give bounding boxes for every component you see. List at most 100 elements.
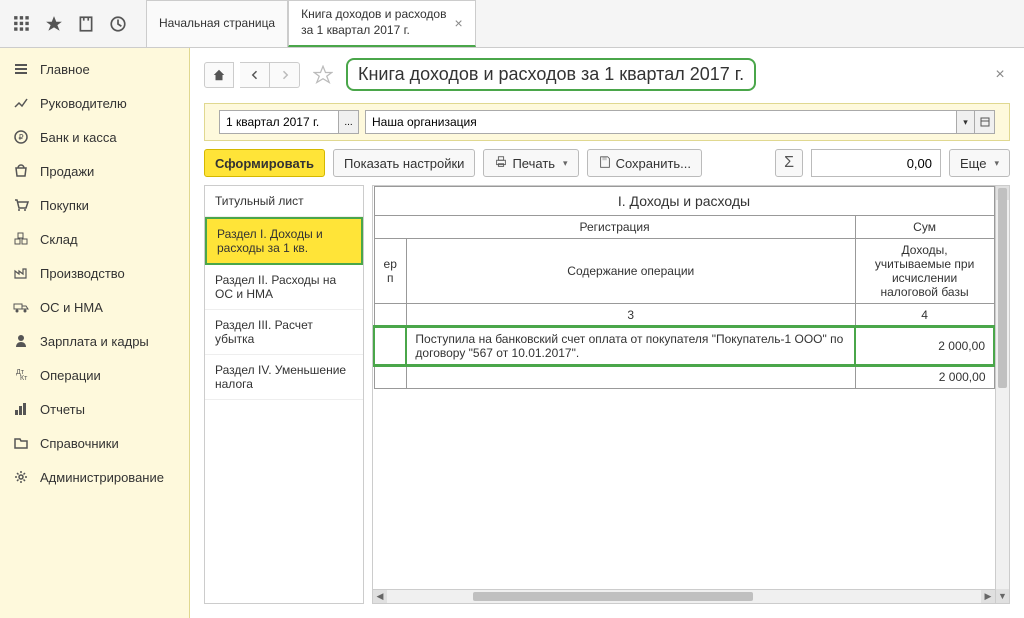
- forward-button[interactable]: [270, 62, 300, 88]
- sidebar: Главное Руководителю ₽Банк и касса Прода…: [0, 48, 190, 618]
- boxes-icon: [10, 230, 32, 248]
- tab-report[interactable]: Книга доходов и расходов за 1 квартал 20…: [288, 0, 476, 47]
- section-loss[interactable]: Раздел III. Расчет убытка: [205, 310, 363, 355]
- filter-row: ... ▾: [204, 103, 1010, 141]
- scrollbar-vertical[interactable]: ▲ ▼: [995, 186, 1009, 603]
- save-button[interactable]: Сохранить...: [587, 149, 702, 177]
- sidebar-item-label: Главное: [40, 62, 90, 77]
- cell-empty: [374, 365, 406, 389]
- bag-icon: [10, 162, 32, 180]
- menu-icon: [10, 60, 32, 78]
- sidebar-item-admin[interactable]: Администрирование: [0, 460, 189, 494]
- chart-line-icon: [10, 94, 32, 112]
- table-header: I. Доходы и расходы: [374, 187, 994, 216]
- period-input[interactable]: [219, 110, 339, 134]
- folder-icon: [10, 434, 32, 452]
- sidebar-item-bank[interactable]: ₽Банк и касса: [0, 120, 189, 154]
- sidebar-item-label: Склад: [40, 232, 78, 247]
- nav-buttons: [240, 62, 300, 88]
- top-toolbar: Начальная страница Книга доходов и расхо…: [0, 0, 1024, 48]
- close-icon[interactable]: ×: [990, 65, 1010, 85]
- sidebar-item-salary[interactable]: Зарплата и кадры: [0, 324, 189, 358]
- operation-text: Поступила на банковский счет оплата от п…: [406, 327, 855, 365]
- sidebar-item-sales[interactable]: Продажи: [0, 154, 189, 188]
- col-sum: Сум: [855, 216, 994, 239]
- section-income-expense[interactable]: Раздел I. Доходы и расходы за 1 кв.: [205, 217, 363, 265]
- chevron-down-icon: ▾: [994, 158, 999, 169]
- table-row: 2 000,00: [374, 365, 994, 389]
- operations-icon: ДтКт: [10, 366, 32, 384]
- truck-icon: [10, 298, 32, 316]
- org-open-button[interactable]: [975, 110, 995, 134]
- sum-button[interactable]: Σ: [775, 149, 803, 177]
- sidebar-item-warehouse[interactable]: Склад: [0, 222, 189, 256]
- amount-cell: 2 000,00: [855, 327, 994, 365]
- title-bar: Книга доходов и расходов за 1 квартал 20…: [190, 48, 1024, 99]
- more-button[interactable]: Еще▾: [949, 149, 1010, 177]
- sidebar-item-label: Банк и касса: [40, 130, 117, 145]
- col-registration: Регистрация: [374, 216, 855, 239]
- person-icon: [10, 332, 32, 350]
- scroll-left-icon[interactable]: ◀: [373, 590, 387, 603]
- sidebar-item-production[interactable]: Производство: [0, 256, 189, 290]
- sidebar-item-assets[interactable]: ОС и НМА: [0, 290, 189, 324]
- report-area: Титульный лист Раздел I. Доходы и расход…: [190, 185, 1024, 618]
- action-toolbar: Сформировать Показать настройки Печать▾ …: [190, 141, 1024, 185]
- section-title-page[interactable]: Титульный лист: [205, 186, 363, 217]
- total-cell: 2 000,00: [855, 365, 994, 389]
- favorite-icon[interactable]: [310, 62, 336, 88]
- scroll-right-icon[interactable]: ▶: [981, 590, 995, 603]
- org-input[interactable]: [365, 110, 957, 134]
- table-row[interactable]: Поступила на банковский счет оплата от п…: [374, 327, 994, 365]
- tab-home[interactable]: Начальная страница: [146, 0, 288, 47]
- sidebar-item-purchases[interactable]: Покупки: [0, 188, 189, 222]
- org-selector: ▾: [365, 110, 995, 134]
- page-title: Книга доходов и расходов за 1 квартал 20…: [346, 58, 756, 91]
- main-layout: Главное Руководителю ₽Банк и касса Прода…: [0, 48, 1024, 618]
- col-np: ер п: [374, 239, 406, 304]
- sidebar-item-catalogs[interactable]: Справочники: [0, 426, 189, 460]
- report-table-wrap: I. Доходы и расходы Регистрация Сум ер п…: [372, 185, 1010, 604]
- print-button[interactable]: Печать▾: [483, 149, 578, 177]
- report-table: I. Доходы и расходы Регистрация Сум ер п…: [373, 186, 995, 389]
- sidebar-item-manager[interactable]: Руководителю: [0, 86, 189, 120]
- section-tax-reduction[interactable]: Раздел IV. Уменьшение налога: [205, 355, 363, 400]
- sidebar-item-label: Отчеты: [40, 402, 85, 417]
- form-button[interactable]: Сформировать: [204, 149, 325, 177]
- sidebar-item-label: Продажи: [40, 164, 94, 179]
- sidebar-item-operations[interactable]: ДтКтОперации: [0, 358, 189, 392]
- org-dropdown-icon[interactable]: ▾: [957, 110, 975, 134]
- settings-button[interactable]: Показать настройки: [333, 149, 475, 177]
- top-icon-group: [0, 0, 140, 47]
- history-icon[interactable]: [104, 10, 132, 38]
- home-button[interactable]: [204, 62, 234, 88]
- scroll-thumb[interactable]: [998, 188, 1007, 388]
- tab-label: Книга доходов и расходов за 1 квартал 20…: [301, 7, 446, 38]
- scroll-thumb[interactable]: [473, 592, 753, 601]
- colnum-empty: [374, 304, 406, 328]
- star-icon[interactable]: [40, 10, 68, 38]
- period-picker-button[interactable]: ...: [339, 110, 359, 134]
- sum-field[interactable]: [811, 149, 941, 177]
- scrollbar-horizontal[interactable]: ◀ ▶: [373, 589, 995, 603]
- content-area: Книга доходов и расходов за 1 квартал 20…: [190, 48, 1024, 618]
- tab-label: Начальная страница: [159, 16, 275, 32]
- cell-empty: [406, 365, 855, 389]
- sections-panel: Титульный лист Раздел I. Доходы и расход…: [204, 185, 364, 604]
- clip-icon[interactable]: [72, 10, 100, 38]
- bar-chart-icon: [10, 400, 32, 418]
- svg-text:Кт: Кт: [20, 375, 28, 382]
- colnum-4: 4: [855, 304, 994, 328]
- apps-icon[interactable]: [8, 10, 36, 38]
- chevron-down-icon: ▾: [563, 158, 568, 169]
- colnum-3: 3: [406, 304, 855, 328]
- cell-empty: [374, 327, 406, 365]
- tab-close-icon[interactable]: ×: [454, 15, 462, 31]
- section-assets[interactable]: Раздел II. Расходы на ОС и НМА: [205, 265, 363, 310]
- sidebar-item-label: Администрирование: [40, 470, 164, 485]
- scroll-down-icon[interactable]: ▼: [996, 589, 1009, 603]
- sidebar-item-main[interactable]: Главное: [0, 52, 189, 86]
- sidebar-item-reports[interactable]: Отчеты: [0, 392, 189, 426]
- sidebar-item-label: Руководителю: [40, 96, 127, 111]
- back-button[interactable]: [240, 62, 270, 88]
